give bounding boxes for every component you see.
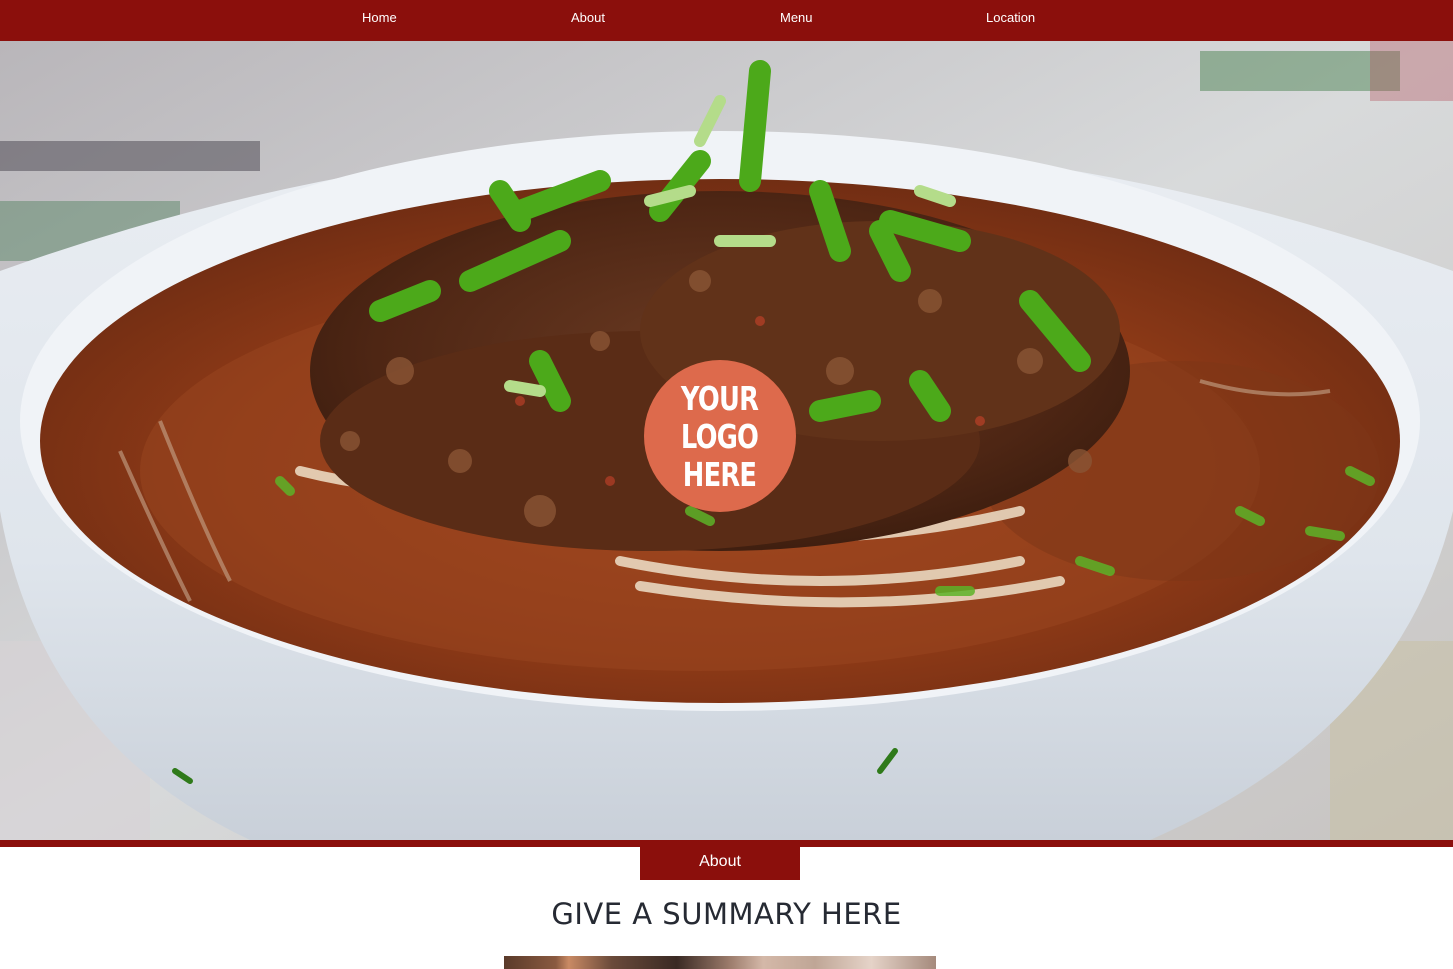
nav-link-about[interactable]: About (571, 10, 605, 26)
top-navigation: Home About Menu Location (0, 0, 1453, 41)
nav-link-location[interactable]: Location (986, 10, 1035, 26)
about-section-tab: About (640, 846, 800, 880)
about-image (504, 956, 936, 969)
logo-text: YOUR LOGO HERE (681, 379, 759, 494)
hero-section: YOUR LOGO HERE (0, 41, 1453, 840)
nav-link-home[interactable]: Home (362, 10, 397, 26)
nav-link-menu[interactable]: Menu (780, 10, 813, 26)
logo-badge[interactable]: YOUR LOGO HERE (644, 360, 796, 512)
summary-heading: GIVE A SUMMARY HERE (551, 897, 902, 931)
